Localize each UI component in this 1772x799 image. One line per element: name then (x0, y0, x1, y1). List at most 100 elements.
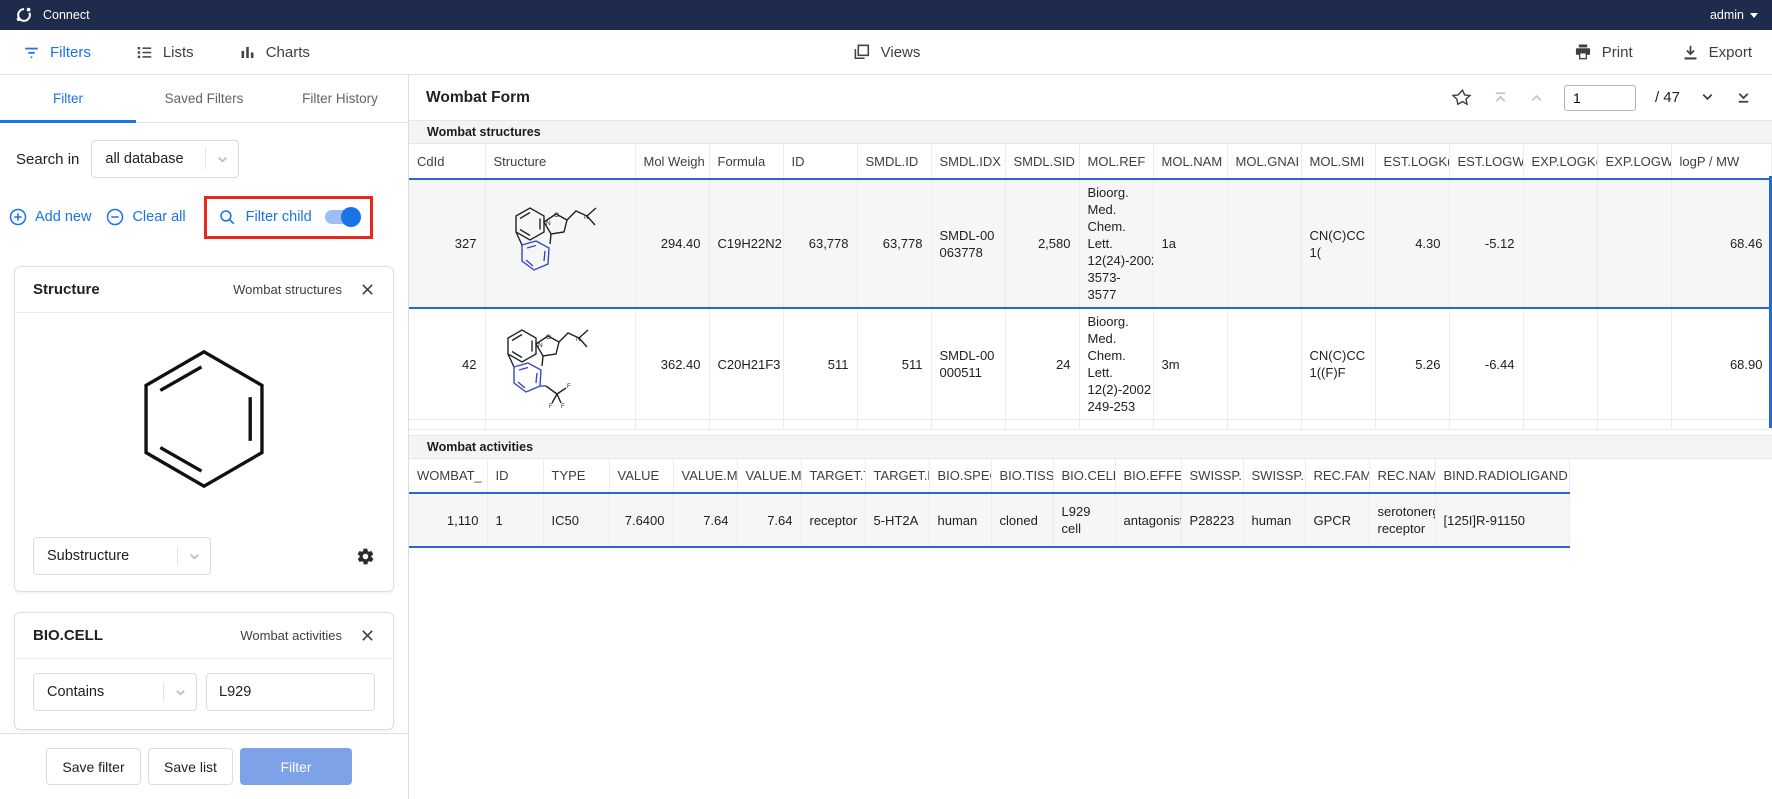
tab-filter-history-label: Filter History (302, 91, 378, 106)
print-button[interactable]: Print (1573, 42, 1633, 62)
column-header[interactable]: VALUE (609, 459, 673, 493)
cell-smdl-idx: SMDL-00000511 (931, 308, 1005, 420)
tab-filter[interactable]: Filter (0, 75, 136, 122)
table-row[interactable]: 327 (409, 179, 1771, 308)
lists-button[interactable]: Lists (135, 43, 194, 62)
close-icon[interactable] (360, 282, 375, 297)
page-total: / 47 (1655, 89, 1680, 106)
next-record-icon[interactable] (1699, 89, 1716, 106)
cell-wombat-id: 1,110 (409, 493, 487, 547)
search-refresh-icon (218, 208, 237, 227)
column-header[interactable]: REC.NAMI (1369, 459, 1435, 493)
column-header[interactable]: EST.LOGK( (1375, 144, 1449, 178)
column-header[interactable]: ID (783, 144, 857, 178)
column-header[interactable]: REC.FAMIL (1305, 459, 1369, 493)
column-header[interactable]: BIO.CELL (1053, 459, 1115, 493)
molecule-structure: O N N (485, 420, 635, 431)
column-header[interactable]: SMDL.SID (1005, 144, 1079, 178)
cell-swissp-id: P28223 (1181, 493, 1243, 547)
filter-child-highlight-box: Filter child (204, 196, 373, 239)
column-header[interactable]: BIO.EFFEC (1115, 459, 1181, 493)
user-menu[interactable]: admin (1710, 8, 1758, 22)
column-header[interactable]: BIO.SPECI (929, 459, 991, 493)
plus-circle-icon (8, 207, 28, 227)
column-header[interactable]: MOL.GNAI (1227, 144, 1301, 178)
column-header[interactable]: VALUE.MA (737, 459, 801, 493)
column-header[interactable]: SMDL.IDX (931, 144, 1005, 178)
content-area: Filter Saved Filters Filter History Sear… (0, 75, 1772, 799)
connect-logo-icon (14, 5, 34, 25)
chevron-down-icon (206, 153, 238, 166)
column-header[interactable]: TYPE (543, 459, 609, 493)
column-header[interactable]: BIO.TISSUI (991, 459, 1053, 493)
page-number-input[interactable] (1564, 85, 1636, 111)
username: admin (1710, 8, 1744, 22)
cell-smdl-id: 63,778 (857, 179, 931, 308)
add-new-label: Add new (35, 209, 91, 225)
column-header[interactable]: VALUE.MII (673, 459, 737, 493)
cell-bio-tissue: cloned (991, 493, 1053, 547)
export-button[interactable]: Export (1681, 43, 1752, 62)
column-header[interactable]: ID (487, 459, 543, 493)
table-row[interactable]: 1,110 1 IC50 7.6400 7.64 7.64 receptor 5… (409, 493, 1569, 547)
svg-text:N: N (538, 342, 543, 349)
column-header[interactable]: Mol Weigh (635, 144, 709, 178)
search-mode-value: Substructure (34, 548, 129, 564)
clear-all-button[interactable]: Clear all (105, 207, 185, 227)
filter-child-toggle[interactable] (325, 210, 359, 224)
filter-sidebar: Filter Saved Filters Filter History Sear… (0, 75, 409, 799)
column-header[interactable]: MOL.SMI (1301, 144, 1375, 178)
cell-value-min: 7.64 (673, 493, 737, 547)
cell-bio-cell: L929 cell (1053, 493, 1115, 547)
tab-saved-filters[interactable]: Saved Filters (136, 75, 272, 122)
column-header[interactable]: Structure (485, 144, 635, 178)
column-header[interactable]: MOL.NAM (1153, 144, 1227, 178)
bar-chart-icon (238, 43, 257, 62)
cell-cdid: 43 (409, 420, 485, 431)
table-row[interactable]: 42 (409, 308, 1771, 420)
column-header[interactable]: BIND.RADIOLIGAND (1435, 459, 1569, 493)
cell-formula: C19H21Cl (709, 420, 783, 431)
add-new-button[interactable]: Add new (8, 207, 91, 227)
column-header[interactable]: TARGET.N (865, 459, 929, 493)
column-header[interactable]: SMDL.ID (857, 144, 931, 178)
column-header[interactable]: logP / MW (1671, 144, 1771, 178)
save-filter-button[interactable]: Save filter (46, 748, 141, 785)
cell-value: 7.6400 (609, 493, 673, 547)
database-select[interactable]: all database (91, 140, 239, 178)
close-icon[interactable] (360, 628, 375, 643)
column-header[interactable]: SWISSP.SF (1243, 459, 1305, 493)
last-record-icon[interactable] (1735, 89, 1752, 106)
star-icon[interactable] (1452, 87, 1473, 108)
table-row[interactable]: 43 O N N (409, 420, 1771, 431)
cell-est-logw: -5.12 (1449, 179, 1523, 308)
gear-icon[interactable] (356, 547, 375, 566)
first-record-icon[interactable] (1492, 89, 1509, 106)
cell-exp-logw (1597, 179, 1671, 308)
filter-button[interactable]: Filter (240, 748, 352, 785)
structure-canvas[interactable] (15, 313, 393, 525)
column-header[interactable]: SWISSP.ID (1181, 459, 1243, 493)
tab-filter-history[interactable]: Filter History (272, 75, 408, 122)
column-header[interactable]: EXP.LOGW (1597, 144, 1671, 178)
views-button[interactable]: Views (852, 42, 921, 62)
biocell-card-table-label: Wombat activities (240, 628, 342, 643)
operator-select[interactable]: Contains (33, 673, 197, 711)
previous-record-icon[interactable] (1528, 89, 1545, 106)
svg-text:F: F (561, 404, 565, 410)
column-header[interactable]: MOL.REF (1079, 144, 1153, 178)
cell-mol-nam: 3p (1153, 420, 1227, 431)
search-mode-select[interactable]: Substructure (33, 537, 211, 575)
biocell-value-input[interactable] (206, 673, 375, 711)
column-header[interactable]: TARGET.TY (801, 459, 865, 493)
column-header[interactable]: WOMBAT_ (409, 459, 487, 493)
structure-card-table-label: Wombat structures (233, 282, 342, 297)
charts-button[interactable]: Charts (238, 43, 310, 62)
sidebar-footer: Save filter Save list Filter (0, 733, 408, 799)
filters-button[interactable]: Filters (22, 43, 91, 62)
save-list-button[interactable]: Save list (148, 748, 233, 785)
column-header[interactable]: Formula (709, 144, 783, 178)
column-header[interactable]: CdId (409, 144, 485, 178)
column-header[interactable]: EST.LOGW (1449, 144, 1523, 178)
column-header[interactable]: EXP.LOGK( (1523, 144, 1597, 178)
